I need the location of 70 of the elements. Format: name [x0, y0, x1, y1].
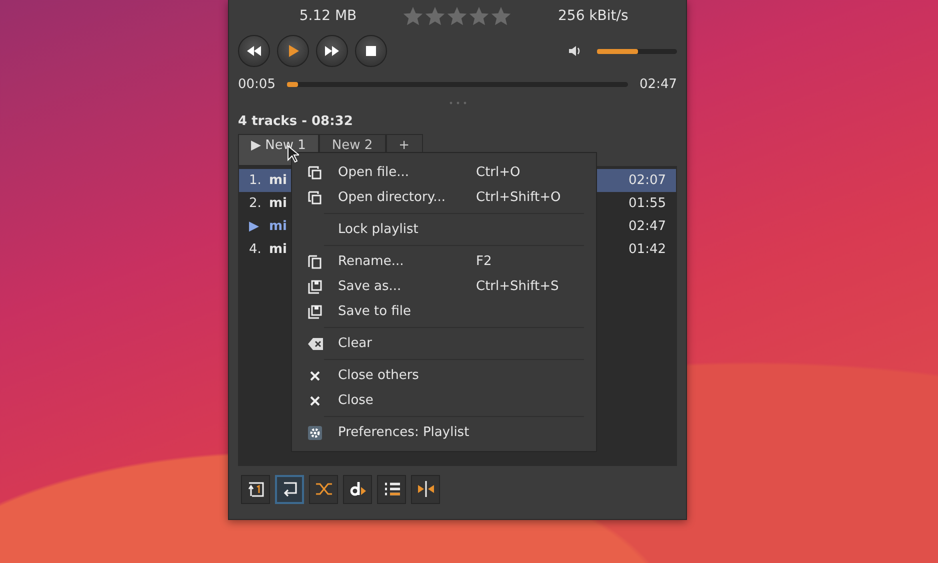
star-icon: [490, 5, 512, 27]
menu-item[interactable]: Close others: [292, 363, 596, 388]
menu-item-label: Rename...: [338, 254, 405, 269]
track-number: 4.: [249, 242, 262, 257]
split-icon: [416, 479, 436, 499]
previous-icon: [246, 43, 262, 59]
rating-stars[interactable]: [402, 5, 512, 27]
menu-item-label: Save as...: [338, 279, 402, 294]
play-button[interactable]: [277, 35, 309, 67]
repeat-button[interactable]: [275, 474, 304, 504]
menu-item[interactable]: Preferences: Playlist: [292, 420, 596, 445]
track-number: 2.: [249, 196, 262, 211]
menu-item[interactable]: Lock playlist: [292, 217, 596, 242]
star-icon: [424, 5, 446, 27]
previous-button[interactable]: [238, 35, 270, 67]
menu-item[interactable]: Open directory... Ctrl+Shift+O: [292, 185, 596, 210]
close-icon: [310, 370, 320, 380]
star-icon: [446, 5, 468, 27]
shortcut-label: Ctrl+Shift+S: [476, 279, 559, 294]
track-title: mi: [269, 242, 288, 257]
shortcut-label: Ctrl+O: [476, 165, 520, 180]
copy-icon: [308, 190, 322, 204]
track-title: mi: [269, 196, 288, 211]
star-icon: [402, 5, 424, 27]
menu-item-label: Clear: [338, 336, 373, 351]
menu-item-label: Close: [338, 393, 374, 408]
total-time: 02:47: [640, 76, 677, 92]
file-size: 5.12 MB: [298, 8, 358, 24]
track-number: ▶: [249, 219, 260, 234]
queue-button[interactable]: [241, 474, 270, 504]
shuffle-button[interactable]: [309, 474, 338, 504]
track-duration: 01:42: [628, 242, 666, 257]
volume-slider[interactable]: [597, 48, 677, 54]
track-number: 1.: [249, 173, 262, 188]
menu-item-label: Open file...: [338, 165, 410, 180]
menu-item-label: Save to file: [338, 304, 412, 319]
star-icon: [468, 5, 490, 27]
track-title: mi: [269, 173, 288, 188]
menu-item[interactable]: Close: [292, 388, 596, 413]
menu-item-label: Lock playlist: [338, 222, 420, 237]
shortcut-label: F2: [476, 254, 492, 269]
list-button[interactable]: [377, 474, 406, 504]
copy-icon: [308, 166, 322, 180]
menu-item-label: Open directory...: [338, 190, 447, 205]
seek-bar[interactable]: [287, 82, 628, 86]
grip-handle-icon[interactable]: [448, 101, 468, 105]
floppy-icon: [308, 280, 322, 294]
menu-item[interactable]: Clear: [292, 331, 596, 356]
menu-item[interactable]: Rename... F2: [292, 249, 596, 274]
stop-icon: [363, 43, 379, 59]
menu-item-label: Preferences: Playlist: [338, 425, 470, 440]
stop-button[interactable]: [355, 35, 387, 67]
copy-icon: [308, 254, 322, 268]
backspace-icon: [308, 338, 322, 350]
next-button[interactable]: [316, 35, 348, 67]
settings-icon: [308, 426, 322, 440]
bitrate: 256 kBit/s: [558, 8, 628, 24]
close-icon: [310, 396, 320, 406]
split-button[interactable]: [411, 474, 440, 504]
menu-item-label: Close others: [338, 368, 420, 383]
menu-item[interactable]: Save as... Ctrl+Shift+S: [292, 274, 596, 299]
playlist-summary: 4 tracks - 08:32: [238, 113, 354, 131]
track-title: mi: [269, 219, 288, 234]
dynamic-button[interactable]: [343, 474, 372, 504]
elapsed-time: 00:05: [238, 76, 276, 92]
track-duration: 02:07: [628, 173, 666, 188]
shortcut-label: Ctrl+Shift+O: [476, 190, 561, 205]
next-icon: [324, 43, 340, 59]
menu-item[interactable]: Save to file: [292, 299, 596, 324]
floppy-icon: [308, 304, 322, 318]
